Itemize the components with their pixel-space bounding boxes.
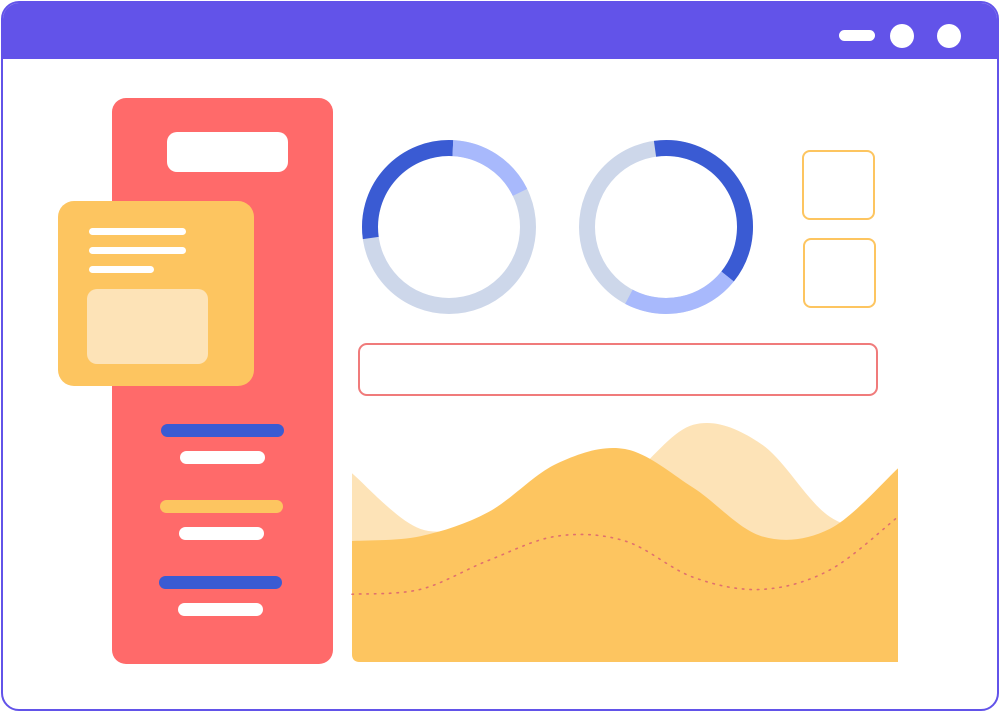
area-series-2 xyxy=(352,447,898,662)
illustration-stage xyxy=(0,0,1000,712)
area-chart xyxy=(351,423,899,662)
